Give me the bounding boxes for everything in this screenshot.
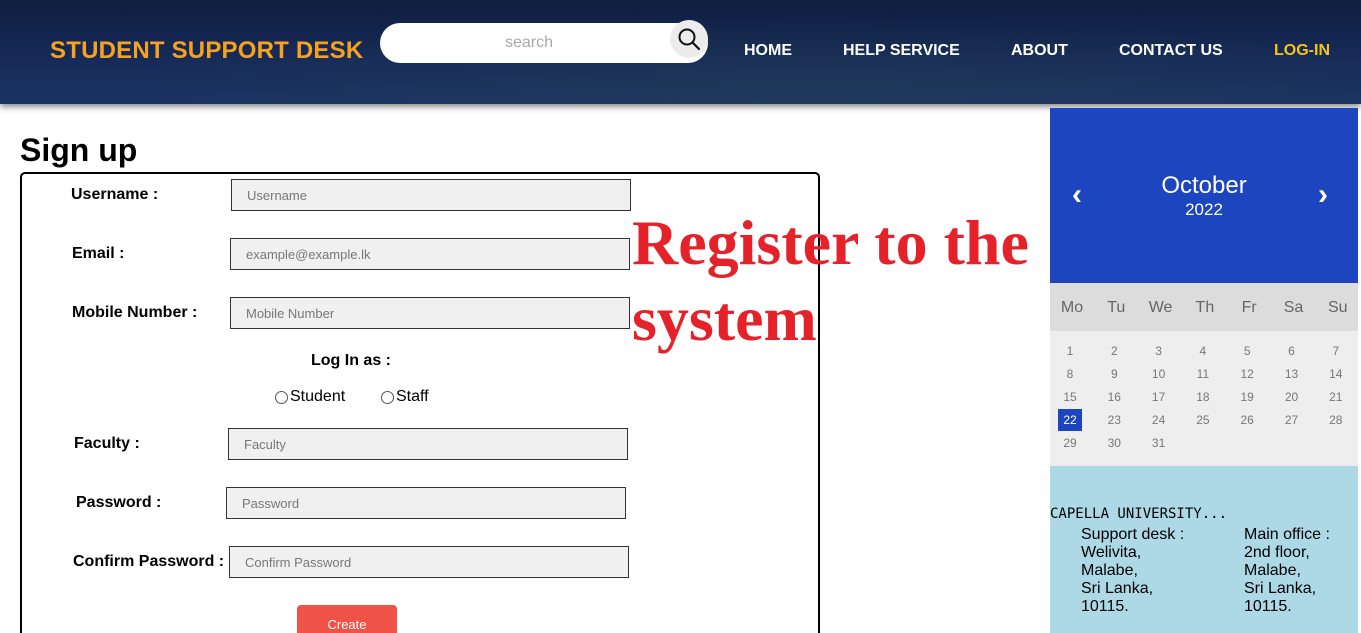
calendar-day[interactable]: 23	[1102, 409, 1126, 431]
support-desk-line: Welivita,	[1081, 544, 1142, 561]
register-banner: Register to the system	[632, 205, 1052, 357]
staff-radio[interactable]	[381, 390, 394, 404]
calendar-day[interactable]: 12	[1235, 363, 1259, 385]
weekday-fr: Fr	[1241, 299, 1257, 316]
calendar-day[interactable]: 30	[1102, 432, 1126, 454]
weekday-th: Th	[1195, 299, 1215, 316]
calendar-day[interactable]: 25	[1191, 409, 1215, 431]
banner-line-1: Register to the	[632, 207, 1029, 278]
calendar-day[interactable]: 9	[1102, 363, 1126, 385]
support-desk-line: Support desk :	[1081, 526, 1185, 543]
calendar-days: 1 2 3 4 5 6 7 8 9 10 11 12 13 14 15 16 17 18 19 20 21 22 23 24 2…	[1050, 331, 1358, 467]
weekday-tu: Tu	[1107, 299, 1126, 316]
email-label: Email :	[72, 245, 125, 262]
username-label: Username :	[71, 186, 159, 203]
university-info: CAPELLA UNIVERSITY... Support desk : Weli…	[1050, 466, 1358, 633]
calendar-day[interactable]: 3	[1147, 340, 1171, 362]
calendar-day[interactable]: 26	[1235, 409, 1259, 431]
calendar-day[interactable]: 31	[1147, 432, 1171, 454]
calendar-day[interactable]: 13	[1280, 363, 1304, 385]
mobile-input[interactable]	[230, 297, 630, 329]
calendar-header: ‹ October 2022 ›	[1050, 108, 1358, 283]
calendar-day[interactable]: 5	[1235, 340, 1259, 362]
calendar-day[interactable]: 10	[1147, 363, 1171, 385]
main-office-line: Malabe,	[1244, 562, 1301, 579]
calendar-day[interactable]: 14	[1324, 363, 1348, 385]
calendar-day[interactable]: 6	[1280, 340, 1304, 362]
calendar-day[interactable]: 2	[1102, 340, 1126, 362]
mobile-label: Mobile Number :	[72, 304, 198, 321]
password-label: Password :	[76, 494, 162, 511]
search-icon	[678, 28, 701, 51]
calendar-day[interactable]: 18	[1191, 386, 1215, 408]
calendar-day[interactable]: 20	[1280, 386, 1304, 408]
faculty-label: Faculty :	[74, 435, 140, 452]
search-input[interactable]	[394, 31, 664, 55]
university-name: CAPELLA UNIVERSITY...	[1050, 506, 1228, 522]
password-input[interactable]	[226, 487, 626, 519]
nav-contact-us[interactable]: CONTACT US	[1119, 42, 1223, 60]
calendar-weekdays: Mo Tu We Th Fr Sa Su	[1050, 283, 1358, 331]
faculty-input[interactable]	[228, 428, 628, 460]
nav-help-service[interactable]: HELP SERVICE	[843, 42, 960, 60]
calendar-day[interactable]: 7	[1324, 340, 1348, 362]
role-student-option[interactable]: Student	[275, 388, 345, 406]
confirm-password-input[interactable]	[229, 546, 629, 578]
nav-about[interactable]: ABOUT	[1011, 42, 1068, 60]
calendar-day[interactable]: 27	[1280, 409, 1304, 431]
nav-home[interactable]: HOME	[744, 42, 792, 60]
weekday-mo: Mo	[1060, 299, 1084, 316]
role-staff-option[interactable]: Staff	[381, 388, 429, 406]
next-month-icon[interactable]: ›	[1318, 178, 1328, 212]
calendar-day[interactable]: 17	[1147, 386, 1171, 408]
calendar-day[interactable]: 15	[1058, 386, 1082, 408]
calendar-day[interactable]: 19	[1235, 386, 1259, 408]
staff-label: Staff	[396, 388, 429, 405]
search-button[interactable]	[670, 20, 708, 58]
header: STUDENT SUPPORT DESK HOME HELP SERVICE A…	[0, 0, 1361, 104]
main-office-address: Main office :2nd floor, Malabe, Sri Lanka,…	[1244, 526, 1330, 616]
support-desk-line: Sri Lanka,	[1081, 580, 1154, 597]
page: STUDENT SUPPORT DESK HOME HELP SERVICE A…	[0, 0, 1361, 633]
calendar-day[interactable]: 16	[1102, 386, 1126, 408]
calendar-day[interactable]: 8	[1058, 363, 1082, 385]
username-input[interactable]	[231, 179, 631, 211]
calendar-day[interactable]: 22	[1058, 409, 1082, 431]
main-office-line: 2nd floor,	[1244, 544, 1310, 561]
create-button[interactable]: Create	[297, 605, 397, 633]
main-office-line: 10115.	[1244, 598, 1292, 615]
confirm-password-label: Confirm Password :	[73, 553, 225, 570]
search-bar	[380, 23, 708, 63]
calendar-month: October	[1161, 172, 1247, 199]
calendar-day[interactable]: 24	[1147, 409, 1171, 431]
nav-login[interactable]: LOG-IN	[1274, 42, 1330, 60]
calendar-day[interactable]: 21	[1324, 386, 1348, 408]
support-desk-line: 10115.	[1081, 598, 1129, 615]
calendar-day[interactable]: 29	[1058, 432, 1082, 454]
email-input[interactable]	[230, 238, 630, 270]
login-as-label: Log In as :	[311, 352, 391, 369]
calendar-day[interactable]: 11	[1191, 363, 1215, 385]
student-radio[interactable]	[275, 390, 288, 404]
student-label: Student	[290, 388, 346, 405]
main-office-line: Main office :	[1244, 526, 1330, 543]
support-desk-address: Support desk : Welivita, Malabe, Sri Lanka,…	[1081, 526, 1184, 616]
calendar-day[interactable]: 28	[1324, 409, 1348, 431]
main-office-line: Sri Lanka,	[1244, 580, 1317, 597]
page-title: Sign up	[20, 132, 138, 168]
calendar-day[interactable]: 1	[1058, 340, 1082, 362]
calendar-year: 2022	[1185, 200, 1223, 219]
calendar-day[interactable]: 4	[1191, 340, 1215, 362]
support-desk-line: Malabe,	[1081, 562, 1138, 579]
weekday-we: We	[1148, 299, 1173, 316]
banner-line-2: system	[632, 283, 817, 354]
weekday-su: Su	[1328, 299, 1348, 316]
weekday-sa: Sa	[1283, 299, 1304, 316]
brand-title[interactable]: STUDENT SUPPORT DESK	[50, 37, 363, 65]
